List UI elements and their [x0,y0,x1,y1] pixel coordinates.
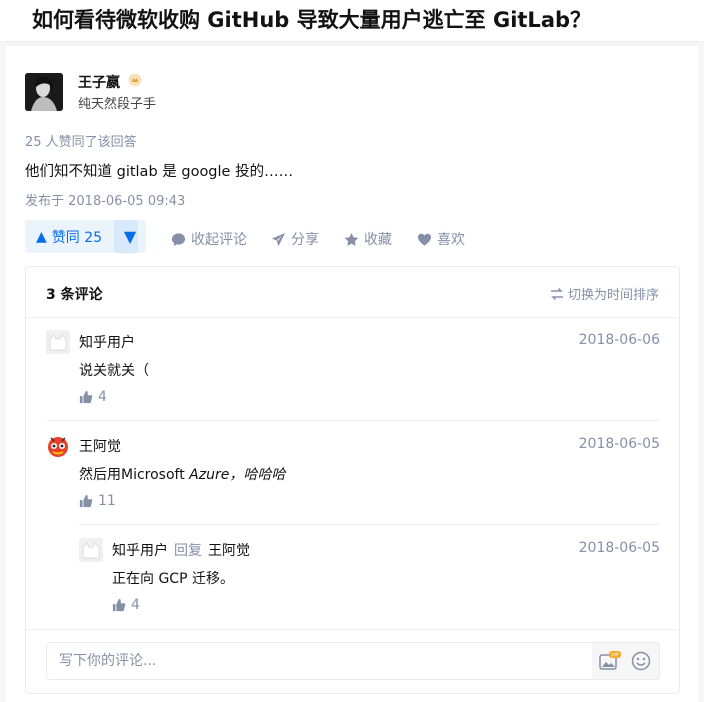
triangle-up-icon: ▲ [36,228,47,245]
comment-date: 2018-06-06 [578,332,660,348]
comment-author[interactable]: 王阿觉 [79,436,121,456]
voter-count[interactable]: 25 人赞同了该回答 [25,131,137,150]
comments-panel: 3 条评论 切换为时间排序 知乎用户 2018-06-06 说关就关（ 4 王阿… [25,266,680,694]
thumbs-up-icon [79,390,93,404]
divider [79,524,660,525]
collapse-comments-button[interactable]: 收起评论 [171,229,247,249]
triangle-down-icon: ▼ [123,227,137,246]
thumbs-up-icon [79,494,93,508]
comment-like-button[interactable]: 4 [79,389,107,405]
comment-like-button[interactable]: 11 [79,493,116,509]
comment-date: 2018-06-05 [578,436,660,452]
publish-time[interactable]: 发布于 2018-06-05 09:43 [25,190,185,209]
divider [46,420,660,421]
divider [26,629,679,630]
comment-like-button[interactable]: 4 [112,597,140,613]
default-avatar[interactable] [79,538,103,562]
badge-icon [128,73,142,87]
share-icon [271,232,286,246]
like-button[interactable]: 喜欢 [417,229,465,249]
default-avatar[interactable] [46,330,70,354]
comment-item: 王阿觉 2018-06-05 然后用Microsoft Azure，哈哈哈 11 [46,434,660,524]
comment-text: 正在向 GCP 迁移。 [112,571,234,587]
comment-text: 然后用Microsoft Azure，哈哈哈 [79,467,286,483]
vip-label: VIP [611,653,619,659]
answer-content: 他们知不知道 gitlab 是 google 投的…… [25,164,294,180]
vote-up-label: 赞同 25 [51,229,103,246]
comment-item: 知乎用户 2018-06-06 说关就关（ 4 [46,330,660,420]
swap-icon [550,287,563,300]
author-bio: 纯天然段子手 [78,97,157,112]
comments-header: 3 条评论 切换为时间排序 [26,267,679,318]
comment-input-row: VIP [46,642,660,680]
cartoon-avatar[interactable] [46,434,70,458]
emoji-icon[interactable] [631,651,651,671]
reply-header: 知乎用户 回复 王阿觉 [112,540,250,560]
thumbs-up-icon [112,598,126,612]
author-name[interactable]: 王子嬴 [78,72,120,92]
reply-to-author[interactable]: 王阿觉 [208,543,250,559]
sort-toggle-button[interactable]: 切换为时间排序 [550,284,659,303]
star-icon [344,232,359,246]
comment-author[interactable]: 知乎用户 [112,543,168,559]
comment-author[interactable]: 知乎用户 [79,332,135,352]
author-avatar[interactable] [25,73,63,111]
favorite-button[interactable]: 收藏 [344,229,392,249]
comment-date: 2018-06-05 [578,540,660,556]
comment-input[interactable] [47,643,592,679]
question-title[interactable]: 如何看待微软收购 GitHub 导致大量用户逃亡至 GitLab？ [32,4,591,34]
heart-icon [417,233,432,246]
reply-item: 知乎用户 回复 王阿觉 2018-06-05 正在向 GCP 迁移。 4 [79,538,660,628]
comment-icon [171,232,186,246]
question-title-bar: 如何看待微软收购 GitHub 导致大量用户逃亡至 GitLab？ [0,0,704,42]
image-upload-icon[interactable]: VIP [599,651,621,671]
answer-card: 王子嬴 纯天然段子手 25 人赞同了该回答 他们知不知道 gitlab 是 go… [6,46,698,702]
vote-down-button[interactable]: ▼ [114,220,146,253]
reply-word: 回复 [174,543,202,559]
share-button[interactable]: 分享 [271,229,319,249]
comments-count: 3 条评论 [46,287,103,303]
comment-text: 说关就关（ [79,363,149,379]
